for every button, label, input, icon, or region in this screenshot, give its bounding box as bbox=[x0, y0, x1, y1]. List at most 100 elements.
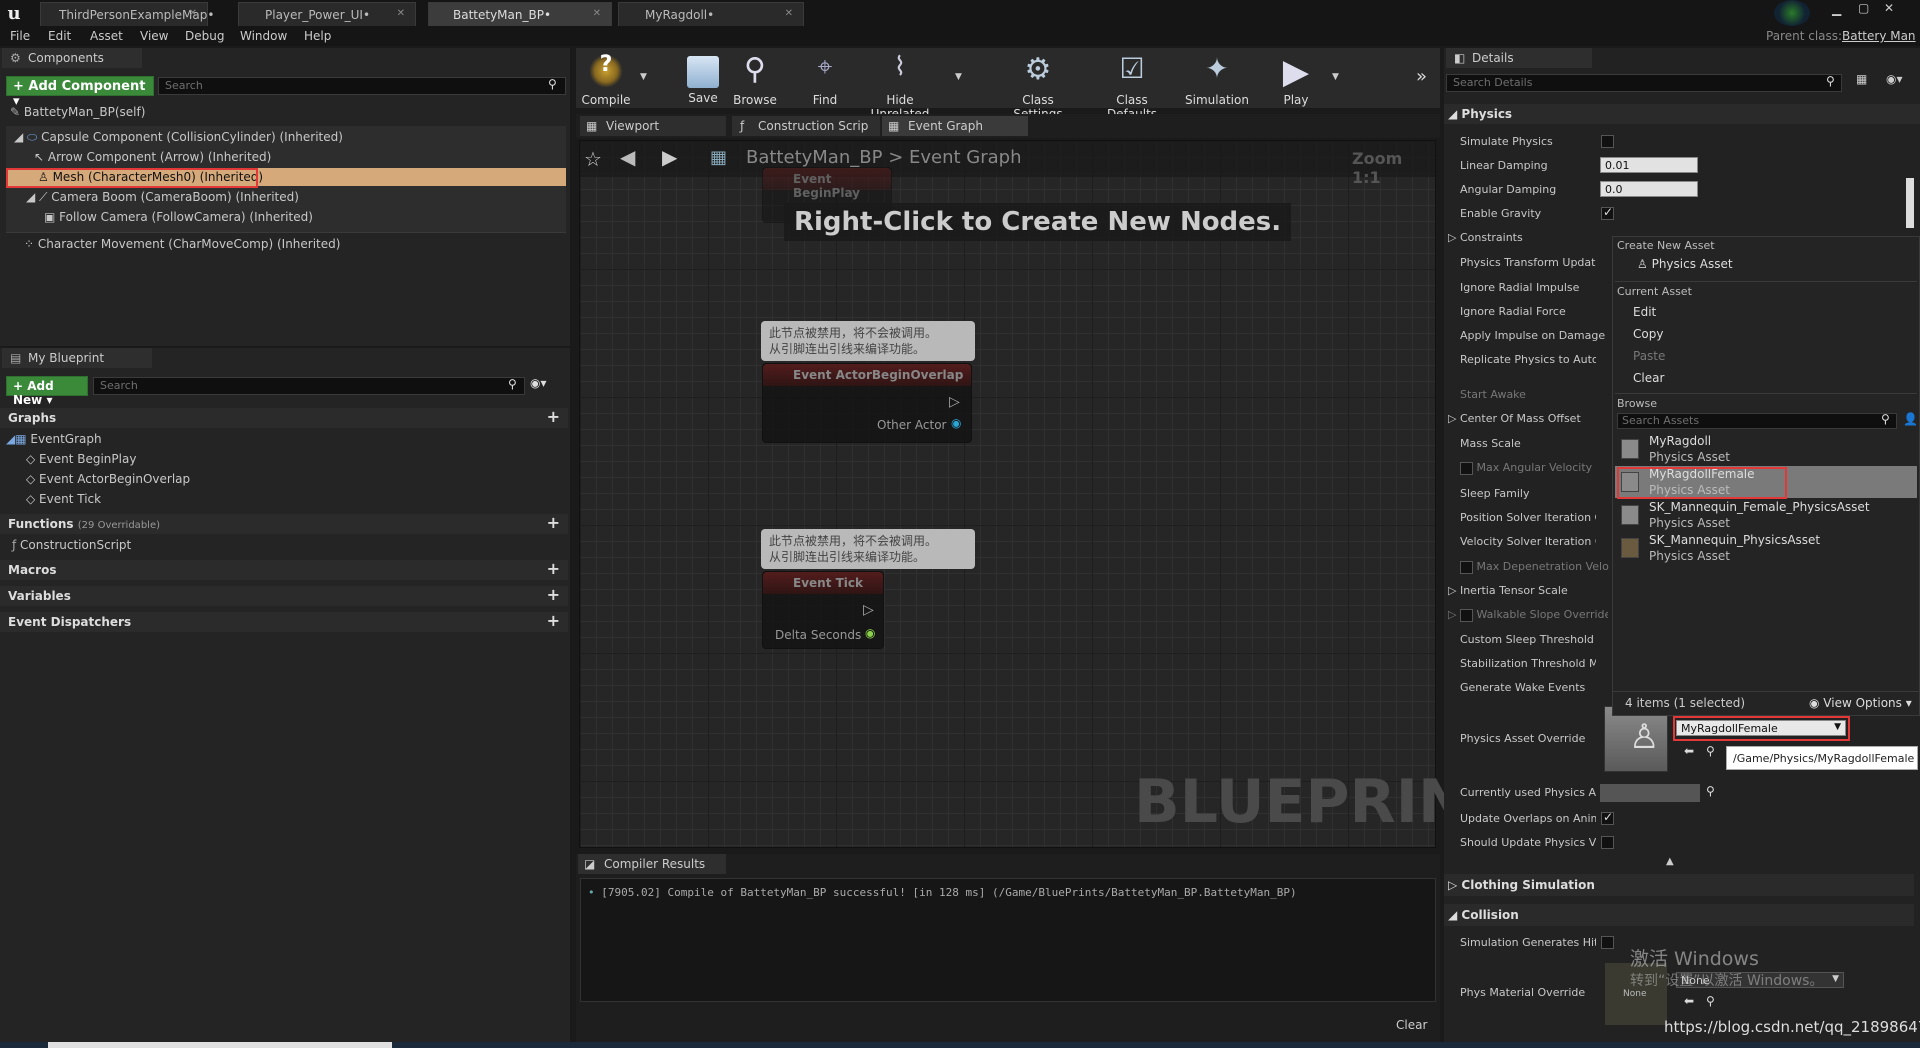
tab-event-graph[interactable]: ▦ Event Graph bbox=[882, 116, 1028, 136]
node-event-tick[interactable]: Event Tick ▷ Delta Seconds ◉ bbox=[762, 571, 884, 649]
menu-help[interactable]: Help bbox=[304, 29, 331, 43]
search-icon[interactable]: ⚲ bbox=[1826, 74, 1835, 88]
component-arrow[interactable]: ↖ Arrow Component (Arrow) (Inherited) bbox=[34, 150, 271, 164]
update-overlaps-checkbox[interactable] bbox=[1601, 810, 1614, 825]
float-pin-icon[interactable]: ◉ bbox=[865, 626, 875, 640]
browse-asset-icon[interactable]: ⚲ bbox=[1706, 744, 1715, 758]
search-icon[interactable]: ⚲ bbox=[508, 377, 517, 391]
tab-thirdpersonexamplemap[interactable]: ThirdPersonExampleMap• ✕ bbox=[40, 2, 214, 26]
menu-view[interactable]: View bbox=[140, 29, 168, 43]
prop-walkable-slope[interactable]: ▷ Walkable Slope Override bbox=[1448, 608, 1608, 622]
search-icon[interactable]: ⚲ bbox=[1881, 412, 1890, 426]
toolbar-overflow-icon[interactable]: » bbox=[1416, 66, 1427, 87]
hide-unrelated-options-icon[interactable]: ▼ bbox=[955, 72, 962, 82]
component-capsule[interactable]: ◢ ⬭ Capsule Component (CollisionCylinder… bbox=[14, 130, 343, 145]
menu-edit[interactable]: Edit bbox=[48, 29, 71, 43]
details-scrollbar[interactable] bbox=[1906, 178, 1914, 228]
add-function-icon[interactable]: + bbox=[547, 515, 560, 531]
compile-options-icon[interactable]: ▼ bbox=[640, 72, 647, 82]
menu-debug[interactable]: Debug bbox=[185, 29, 224, 43]
details-search-input[interactable]: Search Details bbox=[1446, 74, 1842, 92]
close-icon[interactable]: ✕ bbox=[397, 8, 405, 19]
exec-pin-icon[interactable]: ▷ bbox=[949, 394, 960, 410]
component-follow-camera[interactable]: ▣ Follow Camera (FollowCamera) (Inherite… bbox=[44, 210, 313, 224]
add-component-button[interactable]: + Add Component ▾ bbox=[6, 76, 154, 109]
minimize-icon[interactable]: ▁ bbox=[1832, 2, 1841, 16]
my-blueprint-search-input[interactable]: Search bbox=[93, 377, 525, 395]
compiler-results-tab[interactable]: ◪ Compiler Results bbox=[578, 854, 726, 874]
event-overlap-item[interactable]: ◇ Event ActorBeginOverlap bbox=[26, 472, 190, 486]
dispatchers-section[interactable]: Event Dispatchers + bbox=[0, 612, 568, 632]
linear-damping-input[interactable]: 0.01 bbox=[1600, 157, 1698, 173]
tab-player-power-ui[interactable]: Player_Power_UI• ✕ bbox=[238, 2, 416, 26]
event-beginplay-item[interactable]: ◇ Event BeginPlay bbox=[26, 452, 136, 466]
add-graph-icon[interactable]: + bbox=[547, 409, 560, 425]
asset-item-myragdoll[interactable]: MyRagdoll Physics Asset bbox=[1615, 433, 1917, 465]
macros-section[interactable]: Macros + bbox=[0, 560, 568, 580]
expand-arrow-icon[interactable]: ◢ bbox=[14, 130, 27, 144]
asset-item-sk-mannequin-female[interactable]: SK_Mannequin_Female_PhysicsAsset Physics … bbox=[1615, 499, 1917, 531]
should-update-physics-checkbox[interactable] bbox=[1601, 836, 1614, 849]
use-selected-arrow-icon[interactable]: ⬅ bbox=[1684, 994, 1694, 1008]
menu-window[interactable]: Window bbox=[240, 29, 287, 43]
exec-pin-icon[interactable]: ▷ bbox=[863, 602, 874, 618]
hide-unrelated-button[interactable]: ⌇Hide Unrelated bbox=[858, 52, 942, 121]
object-pin-icon[interactable]: ◉ bbox=[951, 416, 961, 430]
functions-section[interactable]: Functions (29 Overridable) + bbox=[0, 514, 568, 534]
event-graph-canvas[interactable]: ☆ ◀ ▶ ▦ BattetyMan_BP > Event Graph Zoom… bbox=[579, 140, 1509, 848]
clear-log-button[interactable]: Clear bbox=[1396, 1018, 1427, 1032]
eye-icon[interactable]: ◉▾ bbox=[1886, 72, 1903, 86]
max-angular-velocity-checkbox[interactable] bbox=[1460, 461, 1473, 475]
component-camera-boom[interactable]: ◢ ⟋ Camera Boom (CameraBoom) (Inherited) bbox=[26, 190, 299, 205]
unreal-logo-icon[interactable]: u bbox=[4, 3, 24, 24]
component-character-movement[interactable]: ⁘ Character Movement (CharMoveComp) (Inh… bbox=[24, 237, 340, 251]
asset-search-input[interactable]: Search Assets bbox=[1617, 413, 1897, 429]
find-button[interactable]: ⌖ Find bbox=[800, 52, 850, 107]
clothing-section-header[interactable]: ▷ Clothing Simulation bbox=[1444, 874, 1914, 896]
save-button[interactable]: Save bbox=[680, 52, 726, 105]
close-icon[interactable]: ✕ bbox=[785, 8, 793, 19]
browse-button[interactable]: ⚲ Browse bbox=[730, 52, 780, 107]
angular-damping-input[interactable]: 0.0 bbox=[1600, 181, 1698, 197]
add-new-button[interactable]: + Add New ▾ bbox=[6, 376, 88, 407]
my-blueprint-tab[interactable]: ▤ My Blueprint bbox=[2, 348, 152, 368]
close-window-icon[interactable]: ✕ bbox=[1884, 1, 1894, 15]
graphs-section[interactable]: Graphs + bbox=[0, 408, 568, 428]
variables-section[interactable]: Variables + bbox=[0, 586, 568, 606]
collision-section-header[interactable]: ◢ Collision bbox=[1444, 904, 1914, 926]
event-graph-item[interactable]: ◢▦ EventGraph bbox=[6, 432, 102, 446]
simulation-button[interactable]: ✦ Simulation bbox=[1184, 52, 1250, 107]
breadcrumb-root[interactable]: BattetyMan_BP bbox=[746, 147, 882, 168]
tab-battetyman-bp[interactable]: BattetyMan_BP• ✕ bbox=[428, 2, 612, 26]
person-filter-icon[interactable]: 👤 bbox=[1903, 412, 1918, 426]
browse-asset-icon[interactable]: ⚲ bbox=[1706, 994, 1715, 1008]
compiler-message[interactable]: • [7905.02] Compile of BattetyMan_BP suc… bbox=[588, 886, 1297, 899]
menu-asset[interactable]: Asset bbox=[90, 29, 123, 43]
copy-menu-item[interactable]: Copy bbox=[1633, 327, 1663, 341]
menu-file[interactable]: File bbox=[10, 29, 30, 43]
create-physics-asset-item[interactable]: ♙ Physics Asset bbox=[1637, 257, 1733, 271]
class-settings-button[interactable]: ⚙Class Settings bbox=[996, 52, 1080, 121]
physics-section-header[interactable]: ◢ Physics bbox=[1444, 104, 1920, 124]
prop-inertia-tensor-scale[interactable]: ▷ Inertia Tensor Scale bbox=[1448, 584, 1568, 597]
components-search-input[interactable]: Search bbox=[158, 77, 566, 95]
tab-myragdoll[interactable]: MyRagdoll• ✕ bbox=[618, 2, 804, 26]
expand-arrow-icon[interactable]: ◢ bbox=[26, 190, 39, 204]
prop-center-of-mass-offset[interactable]: ▷ Center Of Mass Offset bbox=[1448, 412, 1581, 425]
play-button[interactable]: ▶ Play bbox=[1276, 52, 1316, 107]
tab-viewport[interactable]: ▦ Viewport bbox=[580, 116, 726, 136]
maximize-icon[interactable]: ▢ bbox=[1858, 1, 1869, 15]
disabled-comment-overlap[interactable]: 此节点被禁用，将不会被调用。 从引脚连出引线来编译功能。 bbox=[761, 321, 975, 361]
close-icon[interactable]: ✕ bbox=[593, 8, 601, 19]
details-tab[interactable]: ◧ Details bbox=[1446, 48, 1592, 68]
enable-gravity-checkbox[interactable] bbox=[1601, 205, 1614, 220]
compile-button[interactable]: ? Compile bbox=[578, 52, 634, 107]
view-options-button[interactable]: ◉ View Options ▾ bbox=[1809, 696, 1912, 710]
add-dispatcher-icon[interactable]: + bbox=[547, 613, 560, 629]
edit-menu-item[interactable]: Edit bbox=[1633, 305, 1656, 319]
class-defaults-button[interactable]: ☑Class Defaults bbox=[1090, 52, 1174, 121]
disabled-comment-tick[interactable]: 此节点被禁用，将不会被调用。 从引脚连出引线来编译功能。 bbox=[761, 529, 975, 569]
grid-view-icon[interactable]: ▦ bbox=[1856, 72, 1867, 86]
max-depenetration-checkbox[interactable] bbox=[1460, 560, 1473, 574]
construction-script-item[interactable]: ƒ ConstructionScript bbox=[12, 538, 131, 552]
